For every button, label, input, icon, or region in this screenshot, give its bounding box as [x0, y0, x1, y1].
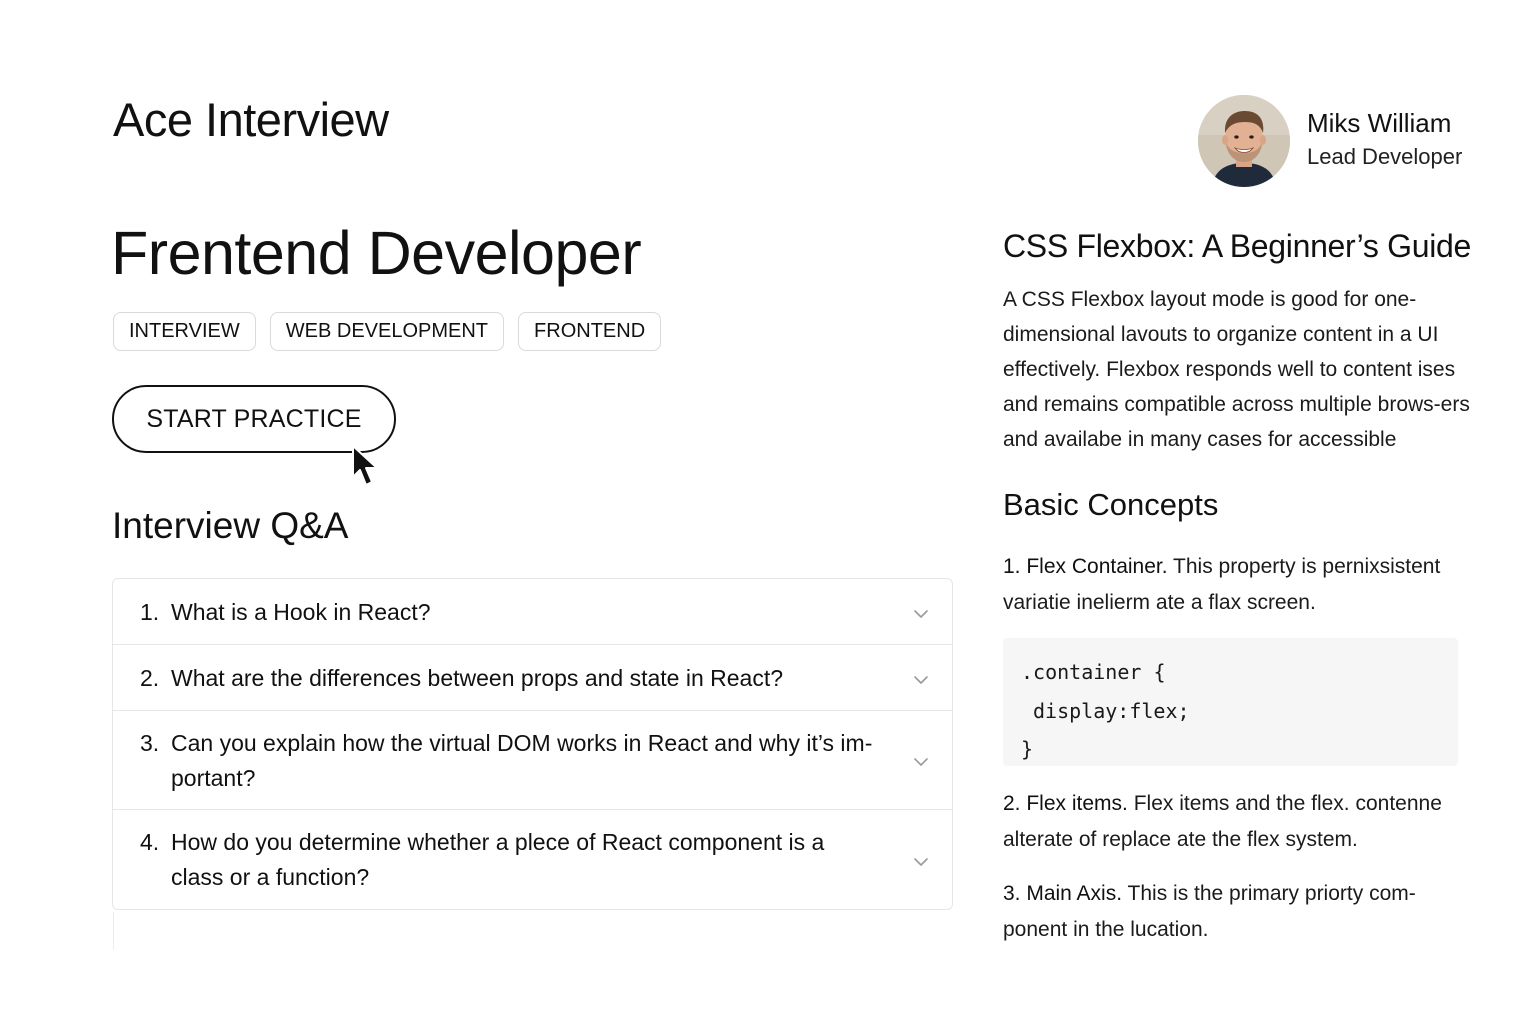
qa-item-number: 4. [140, 829, 160, 855]
qa-item-question: What is a Hook in React? [171, 599, 431, 625]
qa-item-question: Can you explain how the virtual DOM work… [171, 730, 873, 791]
app-title: Ace Interview [113, 93, 389, 146]
divider [113, 912, 114, 950]
code-line: } [1021, 737, 1034, 761]
qa-item-number: 3. [140, 730, 160, 756]
qa-heading: Interview Q&A [112, 505, 349, 546]
qa-item-number: 1. [140, 599, 160, 625]
concept-term: 3. Main Axis. [1003, 882, 1123, 905]
qa-item-question: How do you determine whether a plece of … [171, 829, 825, 890]
user-profile[interactable]: Miks William Lead Developer [1198, 95, 1462, 187]
chevron-down-icon[interactable] [912, 674, 930, 686]
mouse-pointer-icon [352, 445, 378, 486]
start-practice-button[interactable]: START PRACTICE [112, 385, 396, 453]
code-line: display:flex; [1033, 699, 1190, 723]
avatar-photo [1198, 95, 1290, 187]
profile-info: Miks William Lead Developer [1307, 107, 1462, 175]
section-heading: Basic Concepts [1003, 487, 1219, 522]
chevron-down-icon[interactable] [912, 756, 930, 768]
chevron-down-icon[interactable] [912, 608, 930, 620]
concept-term: 2. Flex items. [1003, 792, 1128, 815]
qa-accordion: 1. What is a Hook in React? 2. What are … [112, 578, 953, 910]
qa-item[interactable]: 4. How do you determine whether a plece … [113, 810, 952, 909]
concept-item: 1. Flex Container. This property is pern… [1003, 549, 1473, 621]
tag-list: INTERVIEW WEB DEVELOPMENT FRONTEND [113, 312, 662, 351]
tag-frontend[interactable]: FRONTEND [518, 312, 662, 351]
avatar[interactable] [1198, 95, 1290, 187]
concept-item: 2. Flex items. Flex items and the flex. … [1003, 786, 1473, 858]
profile-role: Lead Developer [1307, 144, 1463, 169]
qa-item[interactable]: 3. Can you explain how the virtual DOM w… [113, 711, 952, 810]
profile-name: Miks William [1307, 108, 1452, 138]
concept-item: 3. Main Axis. This is the primary priort… [1003, 876, 1473, 948]
article-intro: A CSS Flexbox layout mode is good for on… [1003, 288, 1470, 451]
tag-web-development[interactable]: WEB DEVELOPMENT [269, 312, 505, 351]
qa-item[interactable]: 1. What is a Hook in React? [113, 579, 952, 645]
concept-term: 1. Flex Container. [1003, 555, 1168, 578]
qa-item[interactable]: 2. What are the differences between prop… [113, 645, 952, 711]
code-line: .container { [1021, 660, 1166, 684]
qa-item-question: What are the differences between props a… [171, 665, 784, 691]
qa-item-number: 2. [140, 665, 160, 691]
article-title: CSS Flexbox: A Beginner’s Guide [1003, 228, 1472, 264]
article: CSS Flexbox: A Beginner’s Guide A CSS Fl… [1003, 228, 1483, 948]
code-block: .container { display:flex;} [1003, 638, 1458, 766]
chevron-down-icon[interactable] [912, 856, 930, 868]
page-title: Frentend Developer [111, 219, 642, 287]
tag-interview[interactable]: INTERVIEW [113, 312, 256, 351]
page: Ace Interview Frentend Developer INTERVI… [0, 0, 1536, 1024]
